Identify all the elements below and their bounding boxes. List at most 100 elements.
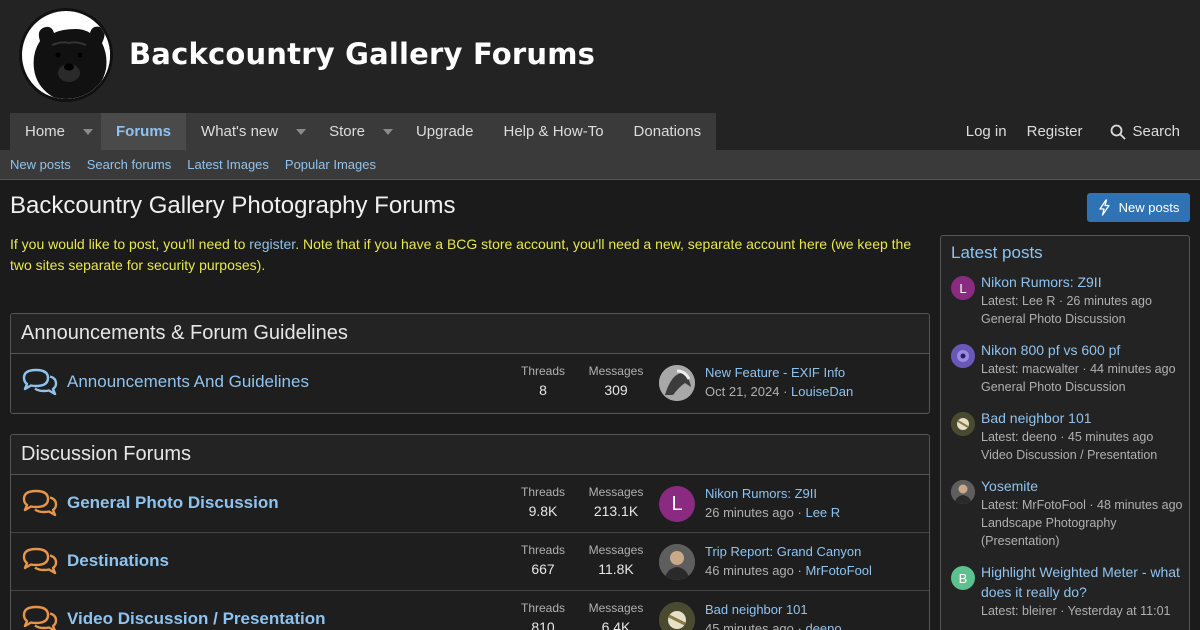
- threads-label: Threads: [520, 601, 566, 615]
- latest-post-forum[interactable]: General Photo Discussion: [981, 378, 1183, 396]
- avatar[interactable]: [951, 344, 975, 368]
- register-notice-link[interactable]: register: [249, 236, 295, 252]
- latest-post-forum[interactable]: General Photo Discussion: [981, 310, 1183, 328]
- chevron-down-icon[interactable]: [83, 128, 94, 135]
- avatar[interactable]: B: [951, 566, 975, 590]
- forum-title[interactable]: Destinations: [67, 551, 169, 571]
- avatar[interactable]: [659, 544, 695, 580]
- latest-post-title[interactable]: Bad neighbor 101: [981, 408, 1183, 428]
- last-post-title[interactable]: Trip Report: Grand Canyon: [705, 544, 861, 559]
- category-announcements: Announcements & Forum Guidelines Announc…: [10, 313, 930, 414]
- latest-post-title[interactable]: Highlight Weighted Meter - what does it …: [981, 562, 1183, 602]
- category-title[interactable]: Announcements & Forum Guidelines: [11, 314, 929, 354]
- avatar[interactable]: L: [659, 486, 695, 522]
- avatar[interactable]: [659, 365, 695, 401]
- account-nav: Log in Register Search: [956, 113, 1190, 150]
- last-post-meta: 26 minutes ago · Lee R: [705, 505, 841, 520]
- tab-forums[interactable]: Forums: [101, 113, 187, 150]
- avatar[interactable]: [659, 602, 695, 630]
- latest-post-item: Bad neighbor 101 Latest: deeno · 45 minu…: [941, 408, 1189, 464]
- sidebar-title[interactable]: Latest posts: [941, 236, 1189, 270]
- messages-stat: Messages 213.1K: [581, 485, 651, 519]
- forum-title[interactable]: Video Discussion / Presentation: [67, 609, 326, 629]
- login-link[interactable]: Log in: [956, 123, 1017, 140]
- threads-label: Threads: [520, 485, 566, 499]
- tab-label: What's new: [201, 123, 279, 140]
- site-header: Backcountry Gallery Forums: [0, 0, 1200, 113]
- latest-post-title[interactable]: Nikon 800 pf vs 600 pf: [981, 340, 1183, 360]
- threads-stat: Threads 667: [508, 543, 578, 577]
- latest-post-meta: Latest: deeno · 45 minutes ago: [981, 430, 1154, 444]
- new-posts-button[interactable]: New posts: [1087, 193, 1190, 222]
- tab-whats-new[interactable]: What's new: [186, 113, 314, 150]
- category-title[interactable]: Discussion Forums: [11, 435, 929, 475]
- tab-upgrade[interactable]: Upgrade: [401, 113, 489, 150]
- last-post-title[interactable]: New Feature - EXIF Info: [705, 365, 845, 380]
- page-title: Backcountry Gallery Photography Forums: [10, 192, 456, 219]
- latest-post-title[interactable]: Nikon Rumors: Z9II: [981, 272, 1183, 292]
- search-label: Search: [1132, 123, 1180, 140]
- messages-stat: Messages 6.4K: [581, 601, 651, 630]
- messages-label: Messages: [588, 543, 644, 557]
- last-post-time: 45 minutes ago: [705, 621, 794, 630]
- register-link[interactable]: Register: [1017, 123, 1093, 140]
- tab-help[interactable]: Help & How-To: [489, 113, 619, 150]
- avatar[interactable]: [951, 412, 975, 436]
- last-post-user[interactable]: MrFotoFool: [805, 563, 871, 578]
- forum-title[interactable]: General Photo Discussion: [67, 493, 279, 513]
- chat-bubbles-icon[interactable]: [21, 488, 59, 521]
- latest-post-meta: Latest: macwalter · 44 minutes ago: [981, 362, 1176, 376]
- messages-count: 213.1K: [593, 503, 639, 519]
- sub-nav: New posts Search forums Latest Images Po…: [0, 150, 1200, 180]
- subnav-popular-images[interactable]: Popular Images: [285, 157, 376, 172]
- tab-label: Home: [25, 123, 66, 140]
- last-post-user[interactable]: deeno: [805, 621, 841, 630]
- latest-post-item: L Nikon Rumors: Z9II Latest: Lee R · 26 …: [941, 272, 1189, 328]
- tab-label: Store: [329, 123, 365, 140]
- last-post-meta: Oct 21, 2024 · LouiseDan: [705, 384, 854, 399]
- tab-store[interactable]: Store: [314, 113, 401, 150]
- chat-bubbles-icon[interactable]: [21, 604, 59, 630]
- avatar[interactable]: L: [951, 276, 975, 300]
- last-post-user[interactable]: Lee R: [805, 505, 840, 520]
- subnav-latest-images[interactable]: Latest Images: [187, 157, 269, 172]
- messages-count: 309: [604, 382, 628, 398]
- latest-post-forum[interactable]: Landscape Photography (Presentation): [981, 514, 1183, 550]
- threads-stat: Threads 8: [508, 364, 578, 398]
- tab-label: Upgrade: [415, 123, 474, 140]
- main-nav: Home Forums What's new Store Upgrade Hel…: [0, 113, 1200, 150]
- messages-stat: Messages 11.8K: [581, 543, 651, 577]
- site-title[interactable]: Backcountry Gallery Forums: [129, 37, 595, 71]
- avatar[interactable]: [951, 480, 975, 504]
- latest-post-forum[interactable]: Video Discussion / Presentation: [981, 446, 1183, 464]
- bear-logo[interactable]: [19, 8, 113, 102]
- subnav-new-posts[interactable]: New posts: [10, 157, 71, 172]
- messages-label: Messages: [588, 364, 644, 378]
- chevron-down-icon[interactable]: [382, 128, 393, 135]
- chevron-down-icon[interactable]: [296, 128, 307, 135]
- messages-count: 6.4K: [601, 619, 631, 630]
- messages-count: 11.8K: [598, 561, 634, 577]
- tab-home[interactable]: Home: [10, 113, 101, 150]
- chat-bubbles-icon[interactable]: [21, 367, 59, 400]
- latest-posts-widget: Latest posts L Nikon Rumors: Z9II Latest…: [940, 235, 1190, 630]
- subnav-search-forums[interactable]: Search forums: [87, 157, 172, 172]
- forum-node: Announcements And Guidelines Threads 8 M…: [11, 354, 929, 412]
- forum-title[interactable]: Announcements And Guidelines: [67, 372, 309, 392]
- last-post-user[interactable]: LouiseDan: [791, 384, 853, 399]
- new-posts-label: New posts: [1118, 200, 1180, 215]
- latest-post-title[interactable]: Yosemite: [981, 476, 1183, 496]
- threads-stat: Threads 9.8K: [508, 485, 578, 519]
- threads-label: Threads: [520, 364, 566, 378]
- search-icon: [1111, 124, 1127, 140]
- last-post-time: 26 minutes ago: [705, 505, 794, 520]
- last-post-title[interactable]: Bad neighbor 101: [705, 602, 808, 617]
- last-post-title[interactable]: Nikon Rumors: Z9II: [705, 486, 817, 501]
- tab-label: Donations: [633, 123, 702, 140]
- nav-tabs: Home Forums What's new Store Upgrade Hel…: [10, 113, 717, 150]
- search-button[interactable]: Search: [1100, 123, 1190, 140]
- tab-donations[interactable]: Donations: [619, 113, 717, 150]
- last-post-meta: 46 minutes ago · MrFotoFool: [705, 563, 872, 578]
- chat-bubbles-icon[interactable]: [21, 546, 59, 579]
- notice-text: If you would like to post, you'll need t…: [10, 236, 250, 252]
